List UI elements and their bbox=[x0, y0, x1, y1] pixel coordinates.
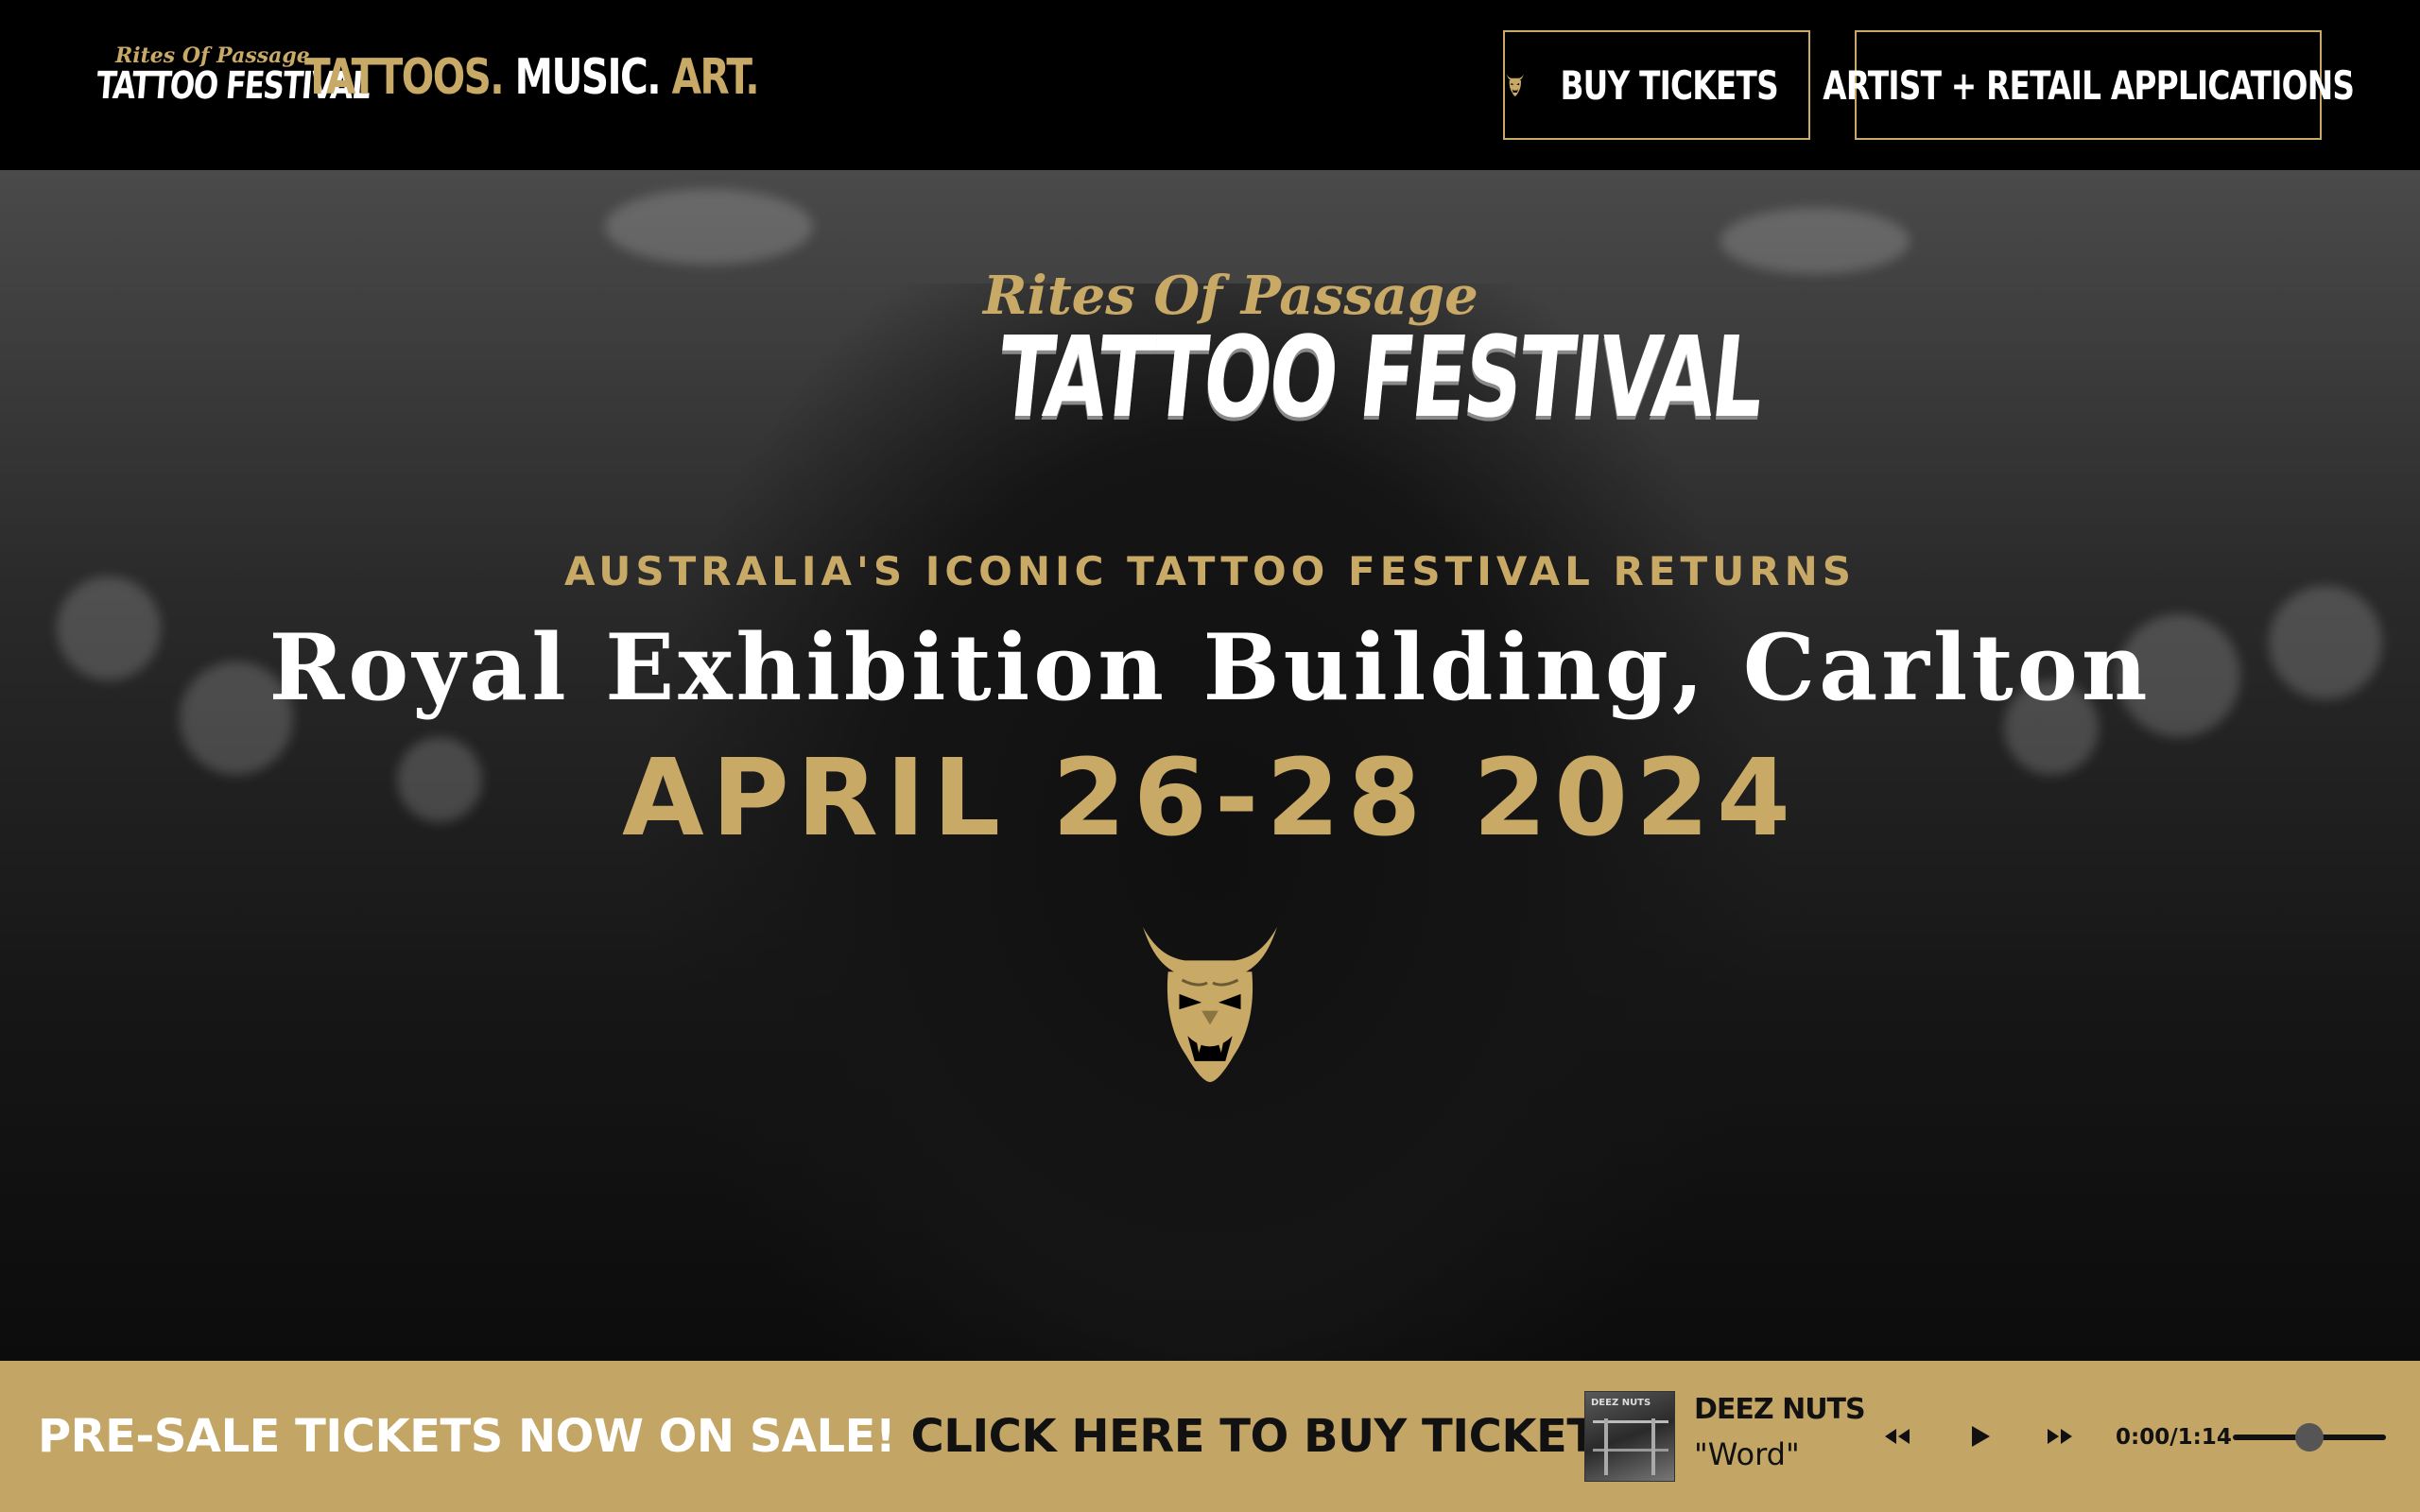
album-art-detail bbox=[1651, 1418, 1655, 1475]
site-logo[interactable]: Rites Of Passage TATTOO FESTIVAL bbox=[95, 38, 371, 132]
buy-tickets-label: BUY TICKETS bbox=[1560, 61, 1778, 109]
volume-slider-thumb[interactable] bbox=[2295, 1423, 2324, 1452]
album-art-detail bbox=[1604, 1418, 1608, 1475]
presale-banner: PRE-SALE TICKETS NOW ON SALE! CLICK HERE… bbox=[0, 1361, 2420, 1512]
oni-mask-icon bbox=[1143, 926, 1277, 1083]
oni-mask-icon bbox=[1506, 74, 1524, 96]
album-art-band-name: DEEZ NUTS bbox=[1591, 1398, 1651, 1408]
buy-tickets-button[interactable]: BUY TICKETS bbox=[1503, 30, 1810, 140]
bokeh-light bbox=[1720, 208, 1910, 274]
buy-tickets-link[interactable]: CLICK HERE TO BUY TICKETS bbox=[895, 1410, 1631, 1463]
artist-retail-applications-button[interactable]: ARTIST + RETAIL APPLICATIONS bbox=[1823, 30, 2355, 140]
playback-time: 0:00/1:14 bbox=[2116, 1425, 2232, 1450]
hero-section: Rites Of Passage TATTOO FESTIVAL AUSTRAL… bbox=[0, 170, 2420, 1361]
album-art: DEEZ NUTS bbox=[1584, 1391, 1675, 1482]
hero-dates: APRIL 26-28 2024 bbox=[622, 737, 1798, 860]
top-navigation-bar: Rites Of Passage TATTOO FESTIVAL TATTOOS… bbox=[0, 0, 2420, 170]
music-player: DEEZ NUTS DEEZ NUTS "Word" 0:00/1:14 bbox=[1584, 1389, 2397, 1484]
hero-logo-main-line: TATTOO FESTIVAL bbox=[993, 312, 1768, 442]
tagline-music: MUSIC. bbox=[503, 49, 662, 106]
fast-forward-icon[interactable] bbox=[2042, 1418, 2080, 1455]
tagline-art: ART. bbox=[660, 49, 760, 106]
applications-label: ARTIST + RETAIL APPLICATIONS bbox=[1823, 61, 2355, 109]
presale-promo: PRE-SALE TICKETS NOW ON SALE! CLICK HERE… bbox=[38, 1410, 1630, 1463]
tagline: TATTOOS. MUSIC. ART. bbox=[304, 49, 760, 106]
hero-venue: Royal Exhibition Building, Carlton bbox=[268, 614, 2152, 721]
track-title: "Word" bbox=[1694, 1436, 1800, 1472]
presale-text: PRE-SALE TICKETS NOW ON SALE! bbox=[38, 1410, 896, 1463]
rewind-icon[interactable] bbox=[1877, 1418, 1915, 1455]
track-artist: DEEZ NUTS bbox=[1694, 1393, 1866, 1426]
tagline-tattoos: TATTOOS. bbox=[304, 49, 505, 106]
hero-festival-logo: Rites Of Passage TATTOO FESTIVAL bbox=[908, 265, 1768, 491]
volume-slider[interactable] bbox=[2233, 1423, 2386, 1452]
bokeh-light bbox=[605, 189, 813, 265]
play-icon[interactable] bbox=[1961, 1418, 1998, 1455]
hero-subtitle: AUSTRALIA'S ICONIC TATTOO FESTIVAL RETUR… bbox=[564, 548, 1856, 594]
